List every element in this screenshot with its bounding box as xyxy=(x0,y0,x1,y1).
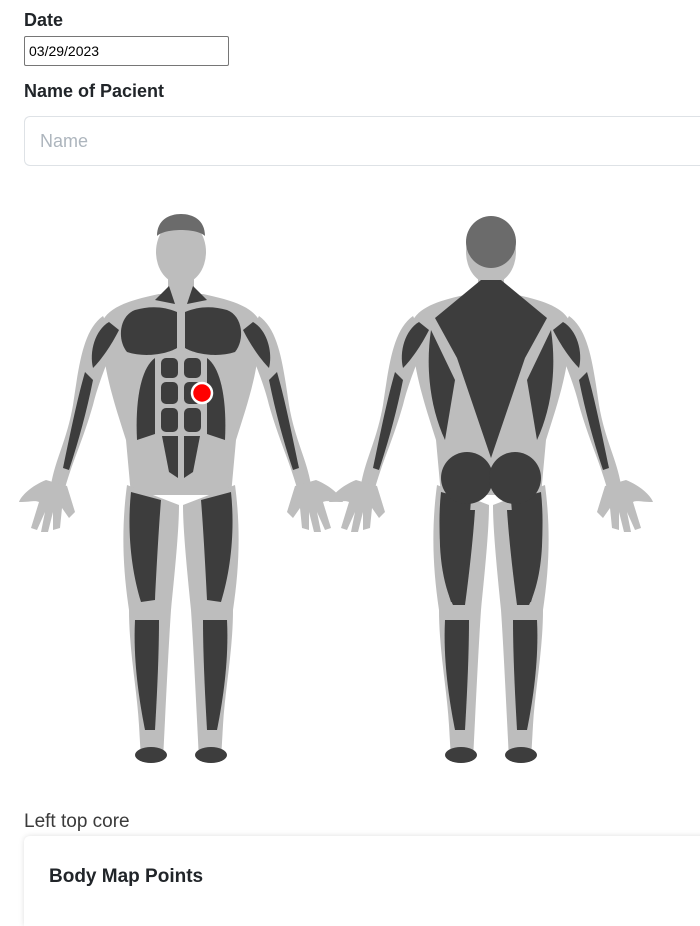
patient-name-input[interactable] xyxy=(24,116,700,166)
front-body-figure[interactable] xyxy=(19,214,343,763)
back-body-figure[interactable] xyxy=(329,216,653,763)
date-label: Date xyxy=(24,10,64,30)
date-input[interactable] xyxy=(24,36,229,66)
body-map-points-card: Body Map Points xyxy=(24,836,700,926)
patient-name-label: Name of Pacient xyxy=(24,81,165,101)
body-map-points-title: Body Map Points xyxy=(49,866,204,887)
body-map[interactable] xyxy=(0,190,700,780)
selected-region-text: Left top core xyxy=(24,811,130,832)
body-map-point-marker[interactable] xyxy=(190,381,214,405)
